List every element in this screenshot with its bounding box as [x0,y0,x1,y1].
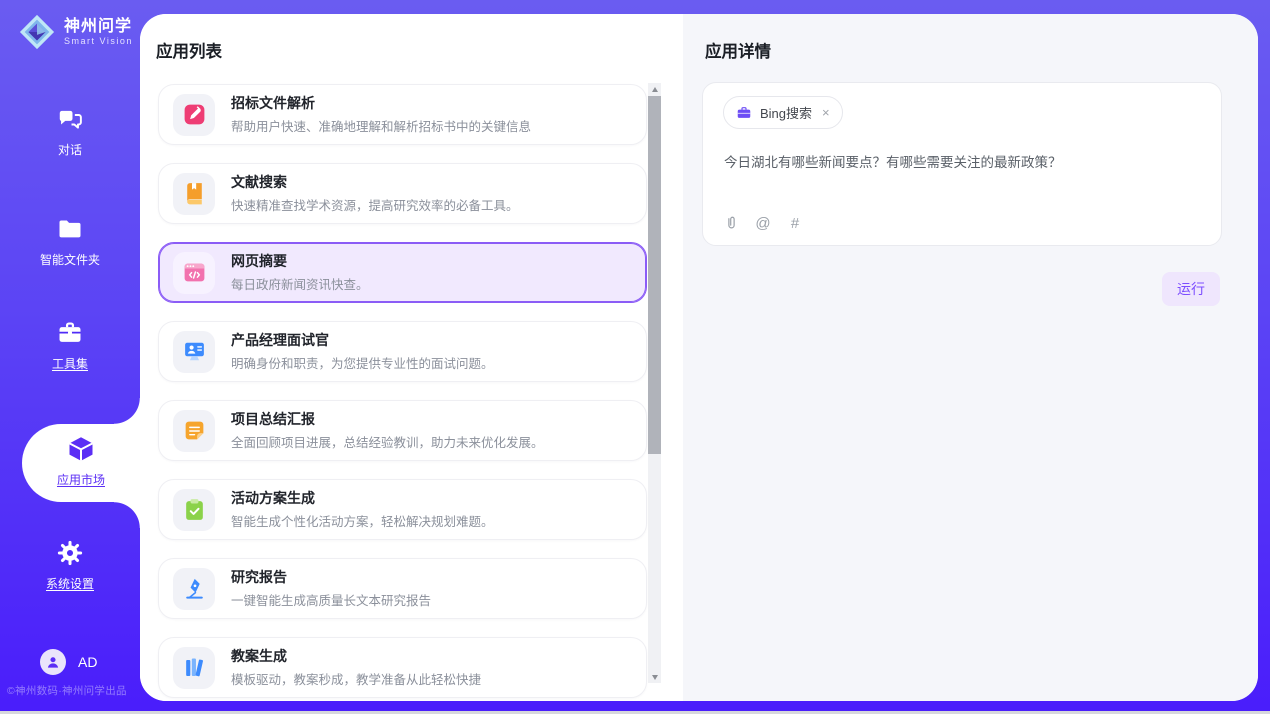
app-card-text: 项目总结汇报全面回顾项目进展，总结经验教训，助力未来优化发展。 [231,410,544,451]
run-button[interactable]: 运行 [1162,272,1220,306]
user-chip[interactable]: AD [40,649,97,675]
app-card-description: 每日政府新闻资讯快查。 [231,274,369,293]
app-card[interactable]: 活动方案生成智能生成个性化活动方案，轻松解决规划难题。 [158,479,647,540]
app-detail-panel: 应用详情 Bing搜索 × 今日湖北有哪些新闻要点？有哪些需要关注的最新政策？ [683,14,1258,701]
app-card-name: 研究报告 [231,568,431,586]
scroll-up-button[interactable] [648,83,661,95]
app-list-title: 应用列表 [156,38,222,62]
app-card-description: 模板驱动，教案秒成，教学准备从此轻松快捷 [231,669,481,688]
app-card[interactable]: 产品经理面试官明确身份和职责，为您提供专业性的面试问题。 [158,321,647,382]
toolbox-icon [0,318,140,348]
book-icon [173,173,215,215]
arrow-down-icon [652,675,658,680]
pen-edit-icon [173,94,215,136]
scrollbar-thumb[interactable] [648,96,661,454]
diamond-logo-icon [18,13,56,51]
brand: 神州问学 Smart Vision [18,13,133,51]
app-card-description: 快速精准查找学术资源，提高研究效率的必备工具。 [231,195,519,214]
tool-tag-label: Bing搜索 [760,103,812,122]
app-card-text: 招标文件解析帮助用户快速、准确地理解和解析招标书中的关键信息 [231,94,531,135]
app-card-name: 文献搜索 [231,173,519,191]
app-card-name: 招标文件解析 [231,94,531,112]
app-card-description: 帮助用户快速、准确地理解和解析招标书中的关键信息 [231,116,531,135]
user-name: AD [78,654,97,670]
sidebar-item-toolset[interactable]: 工具集 [0,318,140,378]
webpage-icon [173,252,215,294]
paperclip-icon[interactable] [722,214,740,232]
app-card[interactable]: 教案生成模板驱动，教案秒成，教学准备从此轻松快捷 [158,637,647,698]
clipboard-check-icon [173,489,215,531]
tool-tag: Bing搜索 × [723,96,843,129]
sidebar-item-smart-folder[interactable]: 智能文件夹 [0,214,140,274]
app-card-text: 教案生成模板驱动，教案秒成，教学准备从此轻松快捷 [231,647,481,688]
ink-pen-icon [173,568,215,610]
app-card-description: 一键智能生成高质量长文本研究报告 [231,590,431,609]
app-list: 招标文件解析帮助用户快速、准确地理解和解析招标书中的关键信息文献搜索快速精准查找… [158,84,647,701]
sidebar-item-label: 智能文件夹 [0,251,140,268]
app-card-name: 产品经理面试官 [231,331,494,349]
list-scrollbar [648,83,661,683]
at-icon[interactable]: @ [754,214,772,232]
interviewer-icon [173,331,215,373]
app-card[interactable]: 项目总结汇报全面回顾项目进展，总结经验教训，助力未来优化发展。 [158,400,647,461]
close-icon[interactable]: × [822,106,830,119]
arrow-up-icon [652,87,658,92]
app-card-description: 全面回顾项目进展，总结经验教训，助力未来优化发展。 [231,432,544,451]
app-card-name: 项目总结汇报 [231,410,544,428]
brand-subtitle: Smart Vision [64,36,133,46]
sidebar-footer: ©神州数码·神州问学出品 [7,683,137,698]
app-card-description: 明确身份和职责，为您提供专业性的面试问题。 [231,353,494,372]
cube-icon [22,434,140,464]
folder-icon [0,214,140,244]
app-card[interactable]: 招标文件解析帮助用户快速、准确地理解和解析招标书中的关键信息 [158,84,647,145]
brand-title: 神州问学 [64,18,133,36]
app-card-name: 教案生成 [231,647,481,665]
sidebar-item-label: 对话 [0,141,140,158]
app-card-text: 活动方案生成智能生成个性化活动方案，轻松解决规划难题。 [231,489,494,530]
app-card-description: 智能生成个性化活动方案，轻松解决规划难题。 [231,511,494,530]
app-card[interactable]: 网页摘要每日政府新闻资讯快查。 [158,242,647,303]
person-icon [44,653,62,671]
app-card-text: 网页摘要每日政府新闻资讯快查。 [231,252,369,293]
sidebar-item-chat[interactable]: 对话 [0,104,140,164]
sidebar-item-label: 工具集 [0,355,140,372]
scroll-down-button[interactable] [648,671,661,683]
hash-icon[interactable]: # [786,214,804,232]
input-toolbar: @ # [722,214,804,232]
sidebar: 神州问学 Smart Vision 对话智能文件夹工具集应用市场系统设置 AD … [0,0,140,714]
app-card-text: 文献搜索快速精准查找学术资源，提高研究效率的必备工具。 [231,173,519,214]
sidebar-item-system-settings[interactable]: 系统设置 [0,538,140,598]
app-card-name: 活动方案生成 [231,489,494,507]
avatar [40,649,66,675]
briefcase-icon [736,105,752,121]
app-card[interactable]: 研究报告一键智能生成高质量长文本研究报告 [158,558,647,619]
app-detail-title: 应用详情 [705,38,771,62]
note-icon [173,410,215,452]
query-card: Bing搜索 × 今日湖北有哪些新闻要点？有哪些需要关注的最新政策？ @ # [702,82,1222,246]
books-icon [173,647,215,689]
sidebar-item-label: 系统设置 [0,575,140,592]
app-card-name: 网页摘要 [231,252,369,270]
app-card-text: 产品经理面试官明确身份和职责，为您提供专业性的面试问题。 [231,331,494,372]
app-card-text: 研究报告一键智能生成高质量长文本研究报告 [231,568,431,609]
main-content: 应用列表 招标文件解析帮助用户快速、准确地理解和解析招标书中的关键信息文献搜索快… [140,14,1258,701]
query-input[interactable]: 今日湖北有哪些新闻要点？有哪些需要关注的最新政策？ [724,153,1201,173]
sidebar-item-app-market[interactable]: 应用市场 [22,424,140,502]
app-card[interactable]: 文献搜索快速精准查找学术资源，提高研究效率的必备工具。 [158,163,647,224]
gear-icon [0,538,140,568]
chat-icon [0,104,140,134]
sidebar-item-label: 应用市场 [22,471,140,488]
app-list-panel: 应用列表 招标文件解析帮助用户快速、准确地理解和解析招标书中的关键信息文献搜索快… [140,14,683,701]
